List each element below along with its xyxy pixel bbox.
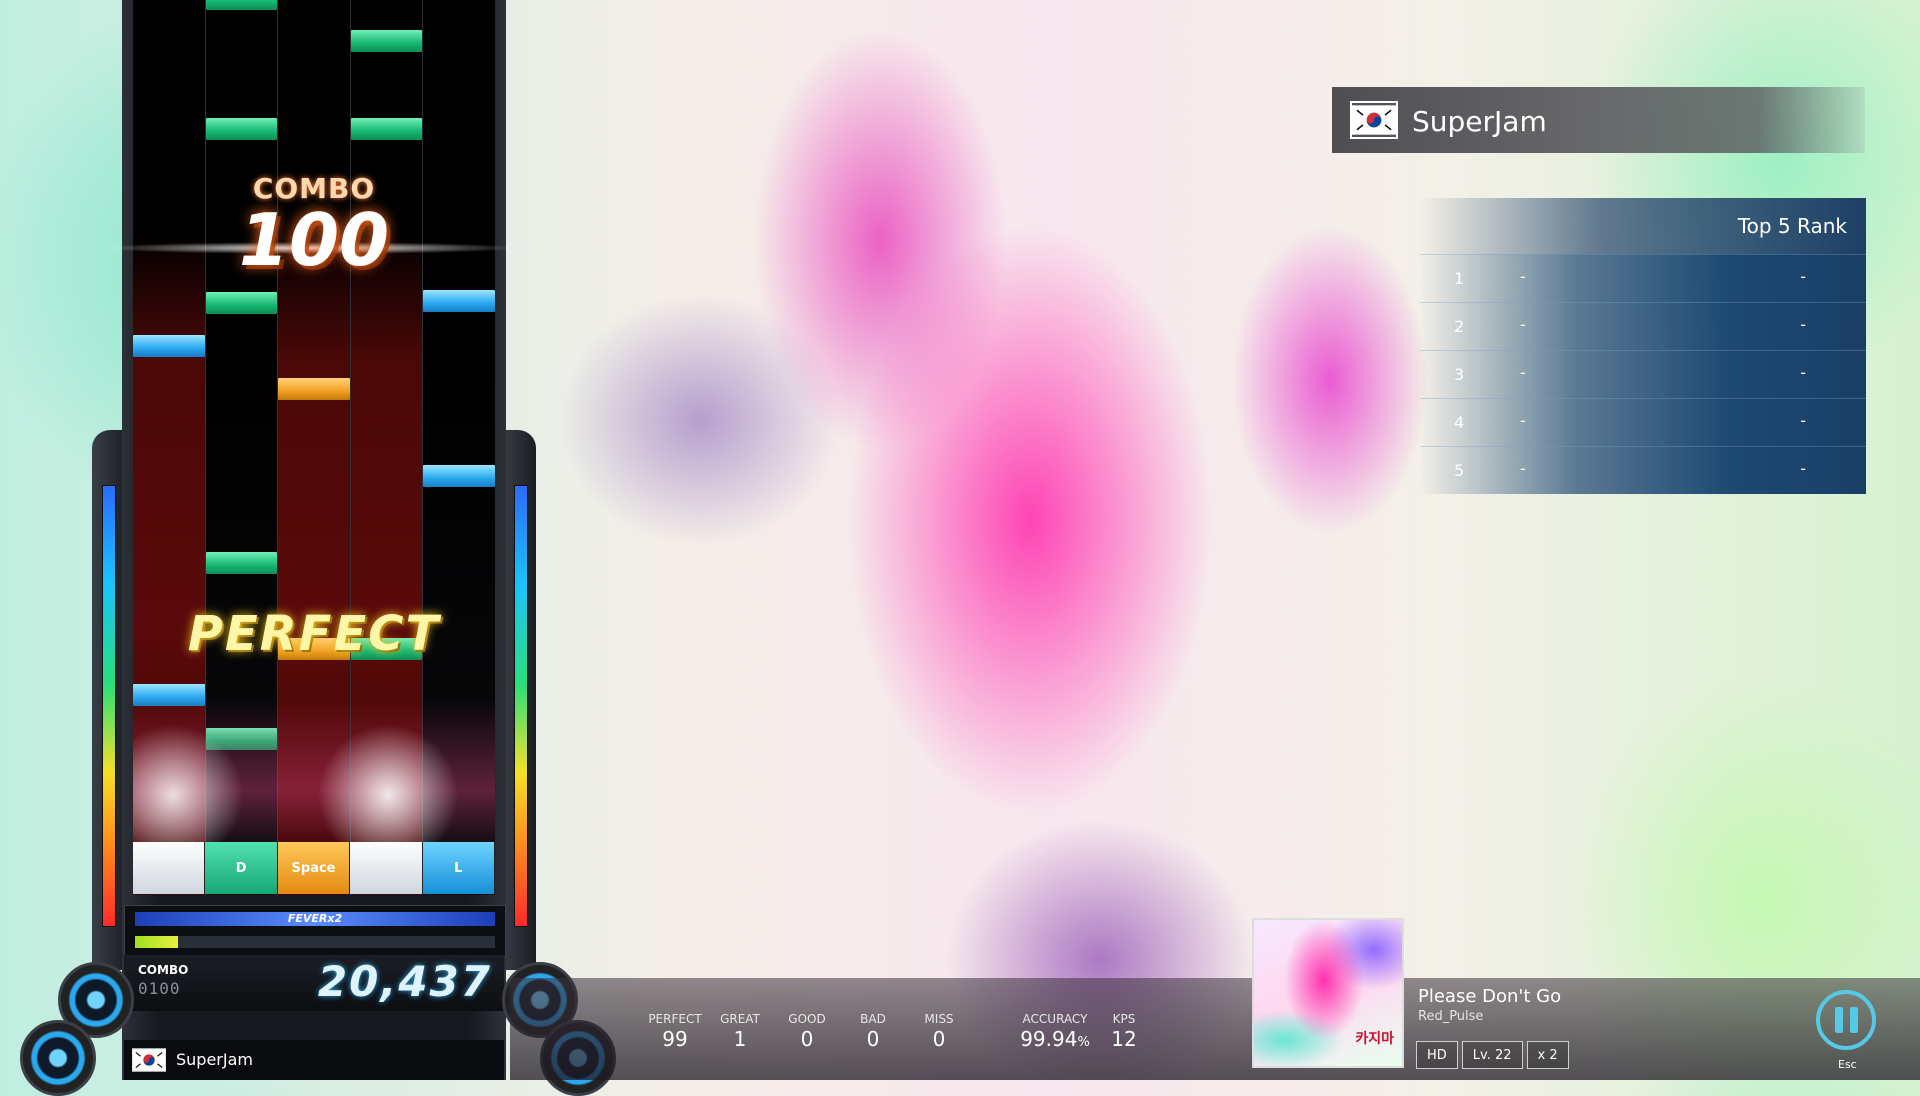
stat-miss-value: 0 xyxy=(932,1027,946,1051)
stat-great: GREAT 1 xyxy=(715,1012,765,1051)
stat-great-value: 1 xyxy=(733,1027,747,1051)
stat-miss-label: MISS xyxy=(924,1012,954,1026)
south-korea-flag-icon xyxy=(1350,101,1398,139)
key-lane-3[interactable]: Space xyxy=(277,842,351,894)
rank-player: - xyxy=(1520,411,1526,430)
rank-number: 1 xyxy=(1454,269,1465,288)
player-name-panel: SuperJam xyxy=(1332,87,1865,153)
key-lane-4[interactable] xyxy=(350,842,423,894)
judgement-text: PERFECT xyxy=(187,606,441,662)
rank-score: - xyxy=(1800,267,1806,286)
song-badges: HD Lv. 22 x 2 xyxy=(1416,1041,1569,1069)
pause-icon xyxy=(1834,1007,1843,1033)
rank-number: 5 xyxy=(1454,461,1465,480)
fever-fill xyxy=(135,936,179,948)
rank-score: - xyxy=(1800,459,1806,478)
rank-player: - xyxy=(1520,459,1526,478)
stat-kps-value: 12 xyxy=(1111,1027,1137,1051)
stat-perfect-value: 99 xyxy=(662,1027,688,1051)
speaker-icon xyxy=(20,1020,96,1096)
note-blue xyxy=(423,290,495,312)
rank-score: - xyxy=(1800,363,1806,382)
esc-label: Esc xyxy=(1838,1058,1857,1071)
stat-great-label: GREAT xyxy=(720,1012,760,1026)
rank-number: 3 xyxy=(1454,365,1465,384)
stat-perfect-label: PERFECT xyxy=(648,1012,702,1026)
stat-accuracy: ACCURACY 99.94% xyxy=(1010,1012,1100,1051)
combo-small-value: 0100 xyxy=(138,979,181,998)
jacket-title: 카지마 xyxy=(1355,1031,1394,1047)
stat-bad: BAD 0 xyxy=(848,1012,898,1051)
speed-badge: x 2 xyxy=(1526,1041,1569,1069)
rank-row: 3 - - xyxy=(1420,350,1866,398)
accuracy-unit: % xyxy=(1077,1035,1090,1050)
stat-miss: MISS 0 xyxy=(914,1012,964,1051)
note-green xyxy=(205,552,278,574)
note-green xyxy=(205,0,278,10)
lane-player-bar: SuperJam xyxy=(124,1040,504,1080)
rank-row: 2 - - xyxy=(1420,302,1866,350)
top-rank-panel: Top 5 Rank 1 - - 2 - - 3 - - 4 - - 5 - - xyxy=(1420,198,1866,494)
level-meter-left xyxy=(102,485,116,927)
rank-row: 4 - - xyxy=(1420,398,1866,446)
stat-perfect: PERFECT 99 xyxy=(643,1012,707,1051)
note-orange xyxy=(278,378,350,400)
note-green xyxy=(350,118,423,140)
stat-kps-label: KPS xyxy=(1112,1012,1136,1026)
pause-icon xyxy=(1849,1007,1858,1033)
song-title: Please Don't Go xyxy=(1418,986,1562,1007)
score-value: 20,437 xyxy=(317,957,492,1006)
stat-bad-label: BAD xyxy=(860,1012,886,1026)
rank-player: - xyxy=(1520,363,1526,382)
song-artist: Red_Pulse xyxy=(1418,1009,1484,1024)
combo-small-label: COMBO xyxy=(138,963,189,977)
stat-good-label: GOOD xyxy=(788,1012,826,1026)
pause-button[interactable] xyxy=(1816,990,1876,1050)
rank-title: Top 5 Rank xyxy=(1737,214,1847,238)
stat-accuracy-value: 99.94% xyxy=(1010,1027,1100,1051)
fever-track xyxy=(135,936,495,948)
rank-player: - xyxy=(1520,267,1526,286)
note-green xyxy=(205,118,278,140)
south-korea-flag-icon xyxy=(132,1048,166,1072)
rank-score: - xyxy=(1800,315,1806,334)
rank-score: - xyxy=(1800,411,1806,430)
combo-count: 100 xyxy=(238,198,390,282)
note-green xyxy=(205,292,278,314)
stat-kps: KPS 12 xyxy=(1104,1012,1144,1051)
lane-player-name: SuperJam xyxy=(176,1050,253,1069)
stat-good-value: 0 xyxy=(800,1027,814,1051)
rank-number: 4 xyxy=(1454,413,1465,432)
rank-row: 1 - - xyxy=(1420,254,1866,302)
rank-row: 5 - - xyxy=(1420,446,1866,494)
fever-gauge: FEVERx2 xyxy=(124,905,506,957)
key-row: D Space L xyxy=(133,842,496,894)
player-name: SuperJam xyxy=(1412,105,1547,138)
score-box: COMBO 0100 20,437 xyxy=(124,955,504,1011)
fever-label: FEVERx2 xyxy=(287,912,343,925)
difficulty-badge: HD xyxy=(1416,1041,1458,1069)
accuracy-number: 99.94 xyxy=(1020,1027,1078,1051)
note-green xyxy=(350,30,423,52)
key-lane-1[interactable] xyxy=(133,842,206,894)
rank-player: - xyxy=(1520,315,1526,334)
stat-bad-value: 0 xyxy=(866,1027,880,1051)
note-blue xyxy=(133,335,205,357)
stat-good: GOOD 0 xyxy=(782,1012,832,1051)
stat-accuracy-label: ACCURACY xyxy=(1022,1012,1088,1026)
level-badge: Lv. 22 xyxy=(1461,1041,1523,1069)
hit-effect-glow xyxy=(133,700,495,850)
note-blue xyxy=(423,465,495,487)
rank-header: Top 5 Rank xyxy=(1420,198,1866,254)
key-lane-2[interactable]: D xyxy=(205,842,278,894)
rank-number: 2 xyxy=(1454,317,1465,336)
key-lane-5[interactable]: L xyxy=(422,842,496,894)
level-meter-right xyxy=(514,485,528,927)
song-jacket-image: 카지마 xyxy=(1252,918,1404,1068)
